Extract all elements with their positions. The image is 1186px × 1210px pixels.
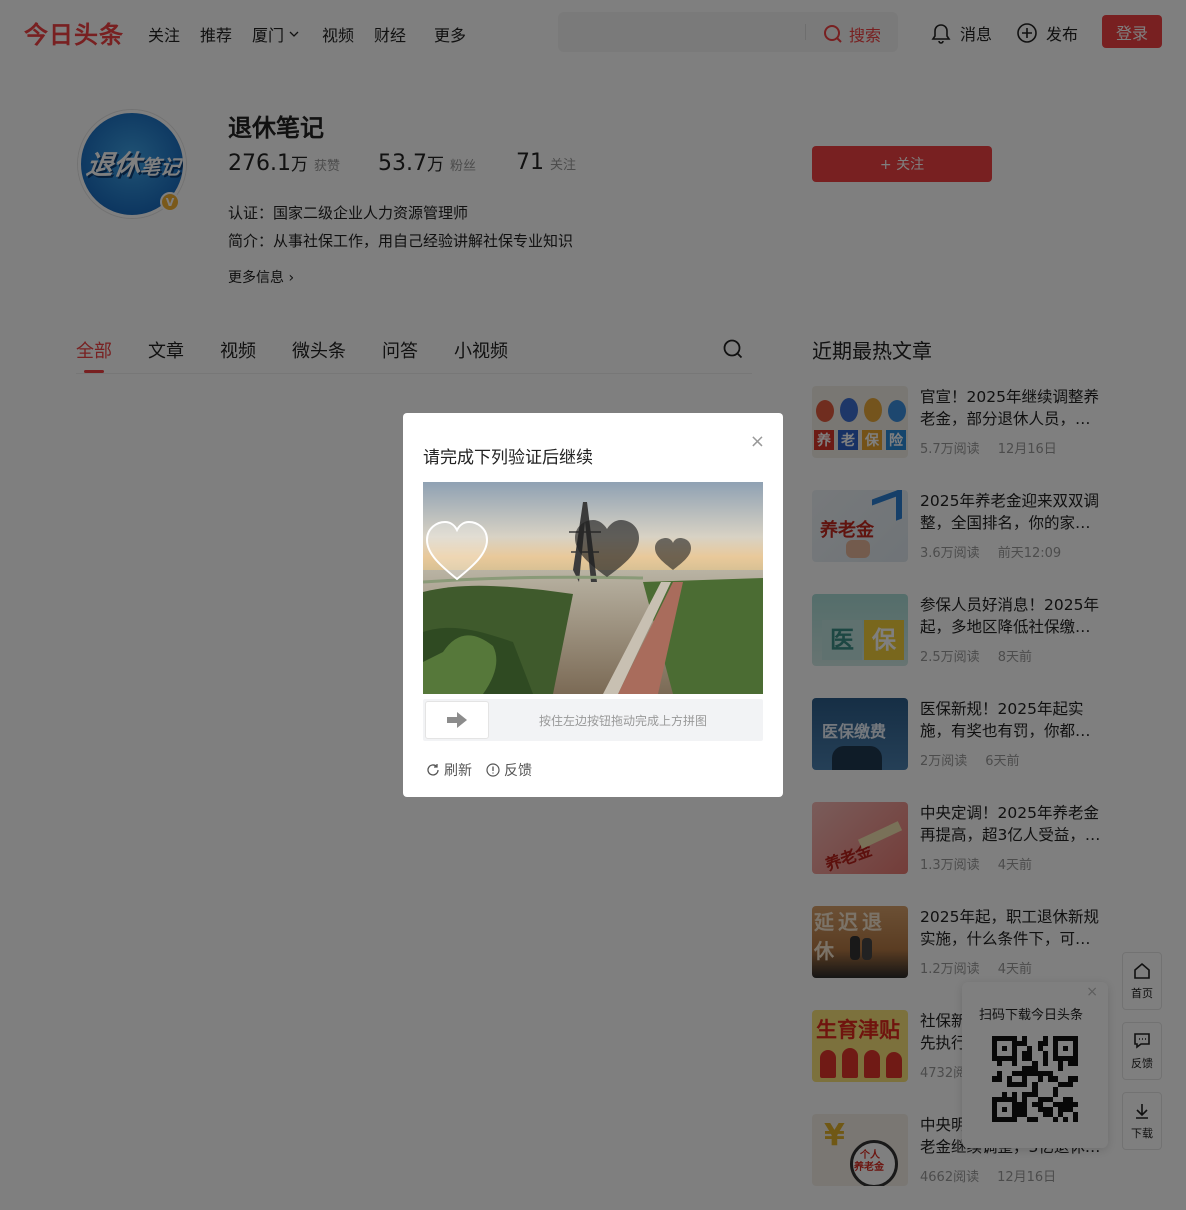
info-circle-icon (486, 763, 500, 777)
puzzle-scene (423, 482, 763, 694)
captcha-feedback-label: 反馈 (504, 763, 532, 779)
captcha-dialog: 请完成下列验证后继续 × 按住左边按钮拖动完成上方拼图 刷新 反馈 (403, 413, 783, 797)
captcha-slider-handle[interactable] (425, 701, 489, 739)
captcha-slider-hint: 按住左边按钮拖动完成上方拼图 (539, 714, 708, 728)
captcha-refresh-button[interactable]: 刷新 (426, 760, 472, 780)
captcha-feedback-button[interactable]: 反馈 (486, 760, 532, 780)
refresh-icon (427, 764, 439, 776)
captcha-title: 请完成下列验证后继续 (423, 448, 593, 468)
close-icon[interactable]: × (750, 431, 765, 452)
arrow-right-icon (447, 712, 467, 728)
captcha-refresh-label: 刷新 (444, 763, 472, 779)
captcha-slider-track: 按住左边按钮拖动完成上方拼图 (423, 699, 763, 741)
captcha-puzzle-image (423, 482, 763, 694)
